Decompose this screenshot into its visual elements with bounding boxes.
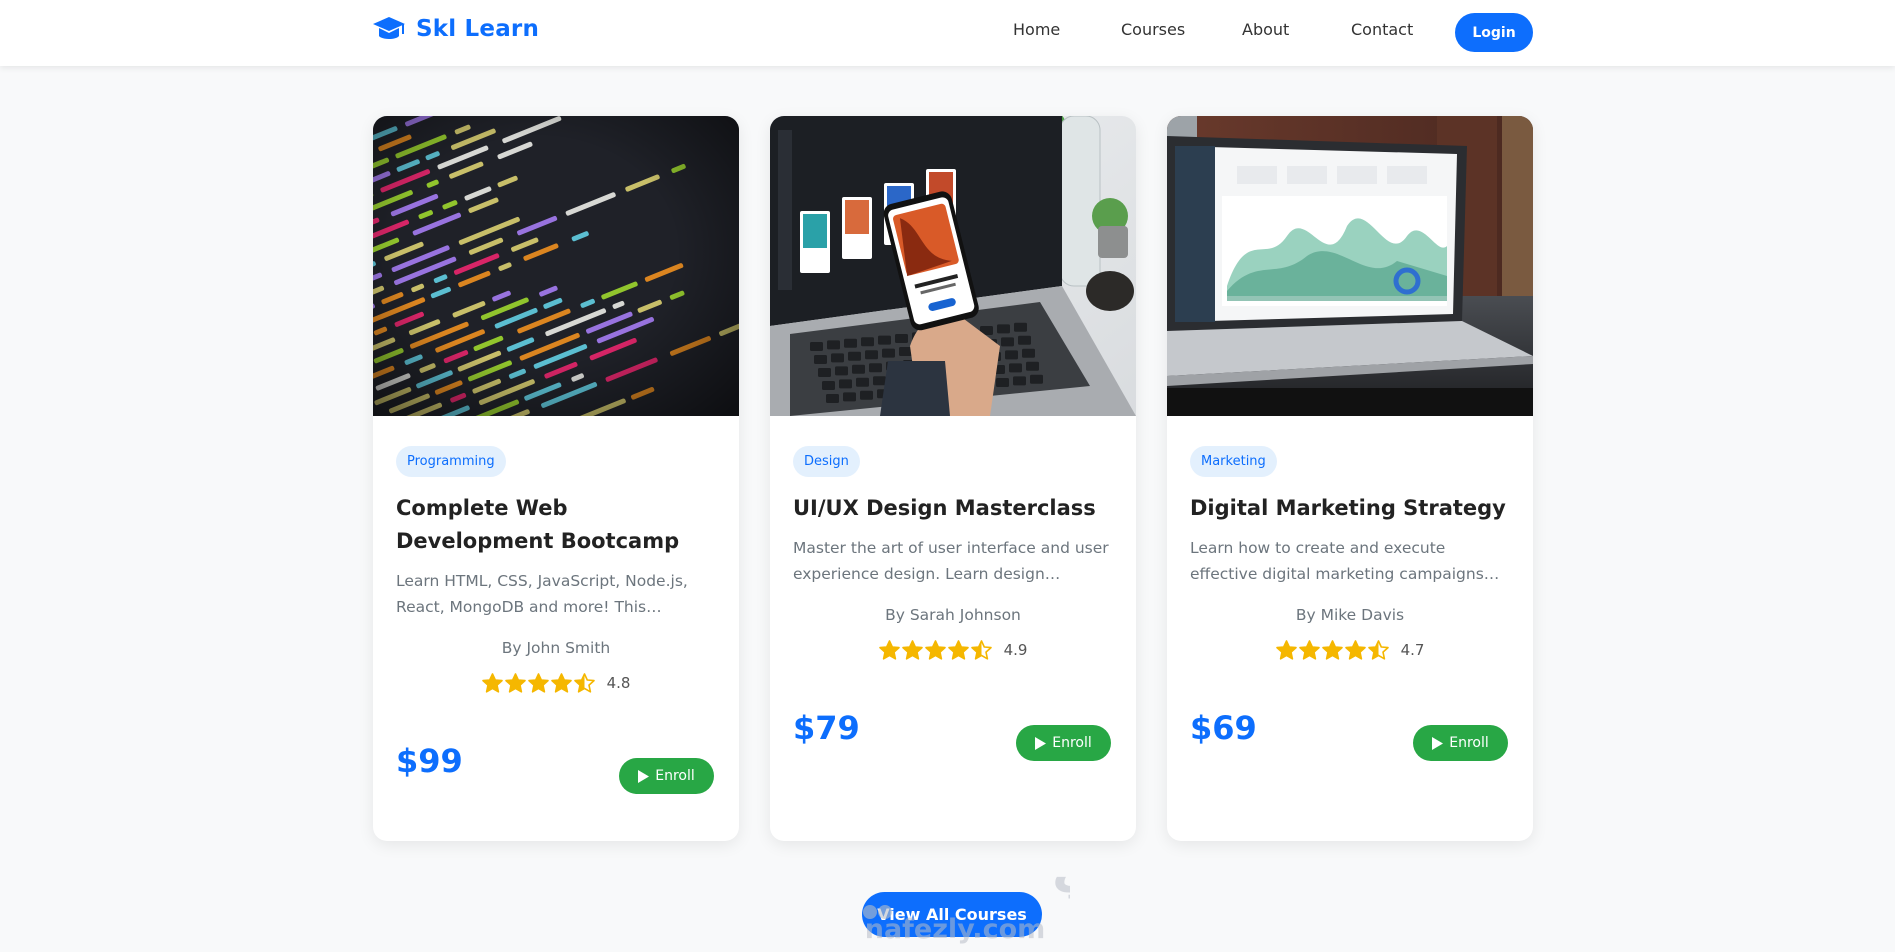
course-title[interactable]: Complete Web Development Bootcamp <box>396 492 716 558</box>
category-badge: Programming <box>396 446 506 477</box>
star-icon <box>1275 640 1297 660</box>
enroll-label: Enroll <box>1449 735 1489 751</box>
star-half-icon <box>970 640 992 660</box>
star-rating <box>1275 640 1389 660</box>
star-icon <box>481 673 503 693</box>
play-icon <box>1035 736 1047 750</box>
enroll-button[interactable]: Enroll <box>1413 725 1508 761</box>
course-price: $99 <box>396 742 463 780</box>
login-button[interactable]: Login <box>1455 13 1533 52</box>
graduation-cap-icon <box>373 17 405 39</box>
nav-about-link[interactable]: About <box>1242 20 1289 39</box>
star-icon <box>878 640 900 660</box>
design-laptop-image <box>770 116 1136 416</box>
star-rating <box>878 640 992 660</box>
navbar: Skl Learn Home Courses About Contact Log… <box>0 0 1895 66</box>
course-rating: 4.7 <box>1167 640 1533 660</box>
play-icon <box>638 769 650 783</box>
course-title[interactable]: Digital Marketing Strategy <box>1190 492 1510 525</box>
star-icon <box>901 640 923 660</box>
play-icon <box>1432 736 1444 750</box>
category-badge: Design <box>793 446 860 477</box>
svg-text:نفذلي: نفذلي <box>1052 839 1070 899</box>
star-rating <box>481 673 595 693</box>
enroll-label: Enroll <box>655 768 695 784</box>
course-card: Marketing Digital Marketing Strategy Lea… <box>1167 116 1533 841</box>
course-description: Master the art of user interface and use… <box>793 539 1109 583</box>
rating-value: 4.9 <box>1003 641 1028 659</box>
course-author: By Sarah Johnson <box>885 606 1021 624</box>
enroll-button[interactable]: Enroll <box>619 758 714 794</box>
course-price: $79 <box>793 709 860 747</box>
nav-home-link[interactable]: Home <box>1013 20 1060 39</box>
code-editor-image <box>373 116 739 416</box>
category-badge: Marketing <box>1190 446 1277 477</box>
course-price: $69 <box>1190 709 1257 747</box>
star-icon <box>527 673 549 693</box>
star-icon <box>550 673 572 693</box>
course-description: Learn HTML, CSS, JavaScript, Node.js, Re… <box>396 572 688 616</box>
brand-logo-link[interactable]: Skl Learn <box>372 14 539 44</box>
enroll-button[interactable]: Enroll <box>1016 725 1111 761</box>
course-author: By John Smith <box>501 639 611 657</box>
star-icon <box>1298 640 1320 660</box>
enroll-label: Enroll <box>1052 735 1092 751</box>
course-title[interactable]: UI/UX Design Masterclass <box>793 492 1113 525</box>
course-author: By Mike Davis <box>1295 606 1405 624</box>
rating-value: 4.8 <box>606 674 631 692</box>
star-half-icon <box>1367 640 1389 660</box>
star-icon <box>924 640 946 660</box>
star-icon <box>504 673 526 693</box>
brand-name: Skl Learn <box>416 16 540 42</box>
course-rating: 4.9 <box>770 640 1136 660</box>
course-card: Design UI/UX Design Masterclass Master t… <box>770 116 1136 841</box>
star-icon <box>1344 640 1366 660</box>
nav-contact-link[interactable]: Contact <box>1351 20 1413 39</box>
course-card: Programming Complete Web Development Boo… <box>373 116 739 841</box>
star-icon <box>1321 640 1343 660</box>
nav-courses-link[interactable]: Courses <box>1121 20 1185 39</box>
course-description: Learn how to create and execute effectiv… <box>1190 539 1484 583</box>
view-all-courses-button[interactable]: View All Courses <box>862 892 1042 937</box>
course-rating: 4.8 <box>373 673 739 693</box>
analytics-laptop-image <box>1167 116 1533 416</box>
rating-value: 4.7 <box>1400 641 1425 659</box>
star-icon <box>947 640 969 660</box>
star-half-icon <box>573 673 595 693</box>
